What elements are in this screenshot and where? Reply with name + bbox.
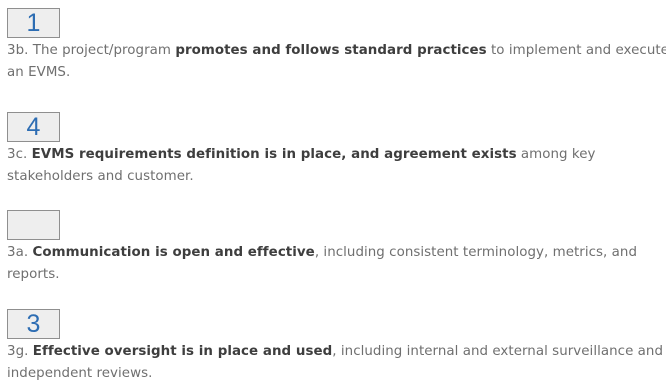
criterion-emphasis: promotes and follows standard practices bbox=[175, 43, 487, 58]
criterion-text-3a: 3a. Communication is open and effective,… bbox=[7, 245, 638, 282]
criterion-text-3b: 3b. The project/program promotes and fol… bbox=[7, 43, 666, 80]
criterion-emphasis: Effective oversight is in place and used bbox=[32, 344, 333, 359]
score-input-3c[interactable] bbox=[7, 112, 60, 142]
criterion-code: 3c. bbox=[7, 147, 28, 162]
criterion-text-3c: 3c. EVMS requirements definition is in p… bbox=[7, 147, 596, 184]
criterion-text-3g: 3g. Effective oversight is in place and … bbox=[7, 344, 664, 381]
score-input-3b[interactable] bbox=[7, 8, 60, 38]
criterion-code: 3b. bbox=[7, 43, 29, 58]
criterion-emphasis: EVMS requirements definition is in place… bbox=[31, 147, 517, 162]
score-input-3a[interactable] bbox=[7, 210, 60, 240]
criterion-code: 3g. bbox=[7, 344, 29, 359]
score-input-3g[interactable] bbox=[7, 309, 60, 339]
criterion-code: 3a. bbox=[7, 245, 29, 260]
criterion-emphasis: Communication is open and effective bbox=[32, 245, 315, 260]
